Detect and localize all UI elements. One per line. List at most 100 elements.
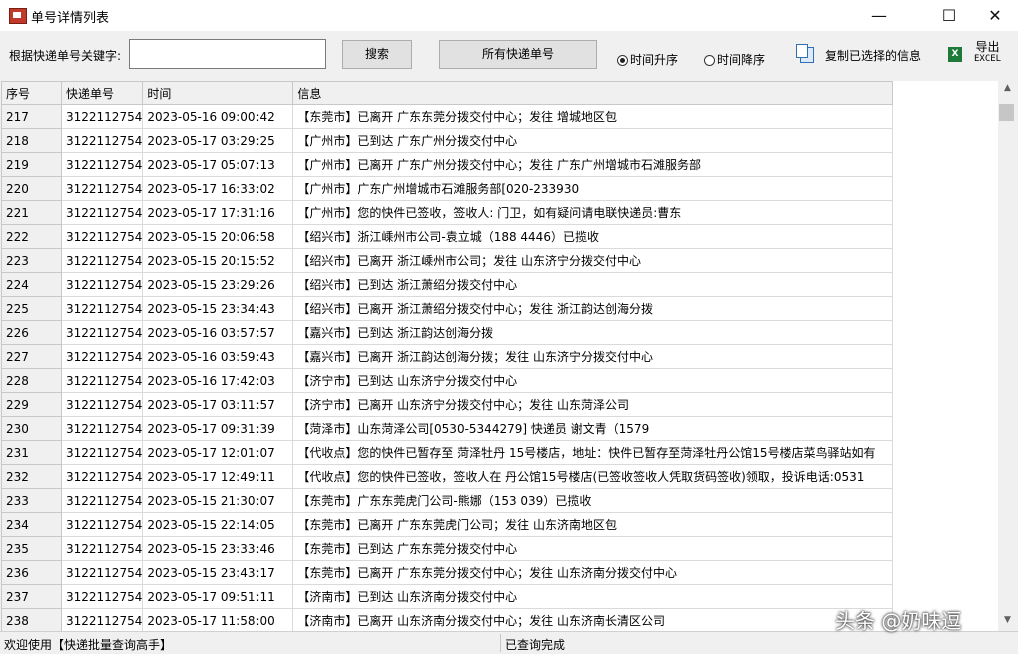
export-sub-label: EXCEL (974, 54, 1002, 64)
copy-selected-button[interactable]: 复制已选择的信息 (825, 47, 921, 64)
cell-time: 2023-05-16 03:57:57 (142, 320, 294, 345)
cell-seq: 235 (1, 536, 62, 561)
table-row[interactable]: 238 3122112754 2023-05-17 11:58:00 【济南市】已离开… (1, 608, 894, 631)
table-row[interactable]: 220 3122112754 2023-05-17 16:33:02 【广州市】广东广… (1, 176, 894, 201)
table-row[interactable]: 231 3122112754 2023-05-17 12:01:07 【代收点】您的快… (1, 440, 894, 465)
table-row[interactable]: 222 3122112754 2023-05-15 20:06:58 【绍兴市】浙江嵊… (1, 224, 894, 249)
toolbar: 根据快递单号关键字: 搜索 所有快递单号 时间升序 时间降序 复制已选择的信息 … (0, 31, 1018, 78)
col-header-info[interactable]: 信息 (292, 81, 894, 105)
cell-info: 【绍兴市】已离开 浙江萧绍分拨交付中心；发往 浙江韵达创海分拨 (292, 296, 894, 321)
cell-tracking: 3122112754 (60, 392, 144, 417)
title-bar: 单号详情列表 — ☐ ✕ (0, 0, 1018, 31)
table-row[interactable]: 221 3122112754 2023-05-17 17:31:16 【广州市】您的快… (1, 200, 894, 225)
radio-selected-icon (617, 55, 628, 66)
minimize-button[interactable]: — (856, 0, 902, 31)
scroll-thumb[interactable] (999, 104, 1014, 121)
status-bar: 欢迎使用【快递批量查询高手】 已查询完成 (0, 631, 1018, 654)
cell-tracking: 3122112754 (60, 560, 144, 585)
sort-desc-label: 时间降序 (717, 53, 766, 67)
table-row[interactable]: 232 3122112754 2023-05-17 12:49:11 【代收点】您的快… (1, 464, 894, 489)
cell-time: 2023-05-17 09:31:39 (142, 416, 294, 441)
cell-time: 2023-05-17 17:31:16 (142, 200, 294, 225)
col-header-seq[interactable]: 序号 (1, 81, 62, 105)
cell-seq: 223 (1, 248, 62, 273)
keyword-input[interactable] (129, 39, 326, 69)
vertical-scrollbar[interactable]: ▲ ▼ (998, 81, 1017, 631)
cell-seq: 233 (1, 488, 62, 513)
header-row: 序号 快递单号 时间 信息 (1, 81, 894, 105)
cell-info: 【东莞市】已离开 广东东莞虎门公司；发往 山东济南地区包 (292, 512, 894, 537)
copy-icon[interactable] (796, 44, 814, 63)
cell-time: 2023-05-17 11:58:00 (142, 608, 294, 631)
sort-desc-radio[interactable]: 时间降序 (704, 51, 765, 68)
cell-tracking: 3122112754 (60, 416, 144, 441)
cell-tracking: 3122112754 (60, 584, 144, 609)
table-row[interactable]: 227 3122112754 2023-05-16 03:59:43 【嘉兴市】已离开… (1, 344, 894, 369)
cell-seq: 221 (1, 200, 62, 225)
watermark: 头条 @奶味逗 (835, 609, 962, 633)
results-grid[interactable]: 序号 快递单号 时间 信息 217 3122112754 2023-05-16 09… (1, 81, 998, 631)
cell-seq: 222 (1, 224, 62, 249)
table-row[interactable]: 225 3122112754 2023-05-15 23:34:43 【绍兴市】已离开… (1, 296, 894, 321)
status-welcome: 欢迎使用【快递批量查询高手】 (4, 638, 173, 652)
scroll-up-icon[interactable]: ▲ (998, 83, 1017, 93)
cell-tracking: 3122112754 (60, 344, 144, 369)
table-row[interactable]: 217 3122112754 2023-05-16 09:00:42 【东莞市】已离开… (1, 104, 894, 129)
col-header-time[interactable]: 时间 (142, 81, 294, 105)
table-row[interactable]: 226 3122112754 2023-05-16 03:57:57 【嘉兴市】已到达… (1, 320, 894, 345)
status-divider (500, 634, 501, 652)
cell-tracking: 3122112754 (60, 608, 144, 631)
app-icon (9, 8, 27, 24)
cell-time: 2023-05-17 03:11:57 (142, 392, 294, 417)
scroll-down-icon[interactable]: ▼ (998, 615, 1017, 625)
table-row[interactable]: 233 3122112754 2023-05-15 21:30:07 【东莞市】广东东… (1, 488, 894, 513)
table-row[interactable]: 235 3122112754 2023-05-15 23:33:46 【东莞市】已到达… (1, 536, 894, 561)
export-label: 导出 (975, 40, 1000, 54)
cell-info: 【广州市】已到达 广东广州分拨交付中心 (292, 128, 894, 153)
close-button[interactable]: ✕ (972, 0, 1018, 31)
search-button[interactable]: 搜索 (342, 40, 412, 69)
table-row[interactable]: 230 3122112754 2023-05-17 09:31:39 【菏泽市】山东菏… (1, 416, 894, 441)
table-row[interactable]: 224 3122112754 2023-05-15 23:29:26 【绍兴市】已到达… (1, 272, 894, 297)
cell-tracking: 3122112754 (60, 200, 144, 225)
cell-info: 【嘉兴市】已到达 浙江韵达创海分拨 (292, 320, 894, 345)
cell-seq: 226 (1, 320, 62, 345)
cell-time: 2023-05-15 22:14:05 (142, 512, 294, 537)
cell-tracking: 3122112754 (60, 152, 144, 177)
table-row[interactable]: 236 3122112754 2023-05-15 23:43:17 【东莞市】已离开… (1, 560, 894, 585)
table-row[interactable]: 229 3122112754 2023-05-17 03:11:57 【济宁市】已离开… (1, 392, 894, 417)
cell-time: 2023-05-17 12:49:11 (142, 464, 294, 489)
sort-asc-radio[interactable]: 时间升序 (617, 51, 678, 68)
cell-info: 【绍兴市】浙江嵊州市公司-袁立城（188 4446）已揽收 (292, 224, 894, 249)
cell-tracking: 3122112754 (60, 512, 144, 537)
excel-icon[interactable]: X (948, 47, 962, 62)
table-row[interactable]: 237 3122112754 2023-05-17 09:51:11 【济南市】已到达… (1, 584, 894, 609)
cell-info: 【东莞市】已离开 广东东莞分拨交付中心；发往 增城地区包 (292, 104, 894, 129)
cell-time: 2023-05-17 03:29:25 (142, 128, 294, 153)
table-row[interactable]: 228 3122112754 2023-05-16 17:42:03 【济宁市】已到达… (1, 368, 894, 393)
cell-info: 【嘉兴市】已离开 浙江韵达创海分拨；发往 山东济宁分拨交付中心 (292, 344, 894, 369)
cell-seq: 232 (1, 464, 62, 489)
cell-info: 【广州市】广东广州增城市石滩服务部[020-233930 (292, 176, 894, 201)
cell-seq: 234 (1, 512, 62, 537)
cell-tracking: 3122112754 (60, 248, 144, 273)
cell-seq: 230 (1, 416, 62, 441)
col-header-tracking[interactable]: 快递单号 (60, 81, 144, 105)
table-row[interactable]: 223 3122112754 2023-05-15 20:15:52 【绍兴市】已离开… (1, 248, 894, 273)
cell-tracking: 3122112754 (60, 104, 144, 129)
cell-tracking: 3122112754 (60, 464, 144, 489)
results-table: 序号 快递单号 时间 信息 217 3122112754 2023-05-16 09… (1, 81, 894, 631)
table-row[interactable]: 218 3122112754 2023-05-17 03:29:25 【广州市】已到达… (1, 128, 894, 153)
cell-seq: 237 (1, 584, 62, 609)
all-tracking-button[interactable]: 所有快递单号 (439, 40, 597, 69)
maximize-button[interactable]: ☐ (926, 0, 972, 31)
table-row[interactable]: 219 3122112754 2023-05-17 05:07:13 【广州市】已离开… (1, 152, 894, 177)
export-excel-button[interactable]: 导出 EXCEL (974, 41, 1001, 65)
cell-time: 2023-05-17 16:33:02 (142, 176, 294, 201)
cell-info: 【广州市】您的快件已签收，签收人: 门卫，如有疑问请电联快递员:曹东 (292, 200, 894, 225)
radio-icon (704, 55, 715, 66)
cell-info: 【东莞市】已到达 广东东莞分拨交付中心 (292, 536, 894, 561)
cell-time: 2023-05-17 05:07:13 (142, 152, 294, 177)
cell-time: 2023-05-16 17:42:03 (142, 368, 294, 393)
table-row[interactable]: 234 3122112754 2023-05-15 22:14:05 【东莞市】已离开… (1, 512, 894, 537)
